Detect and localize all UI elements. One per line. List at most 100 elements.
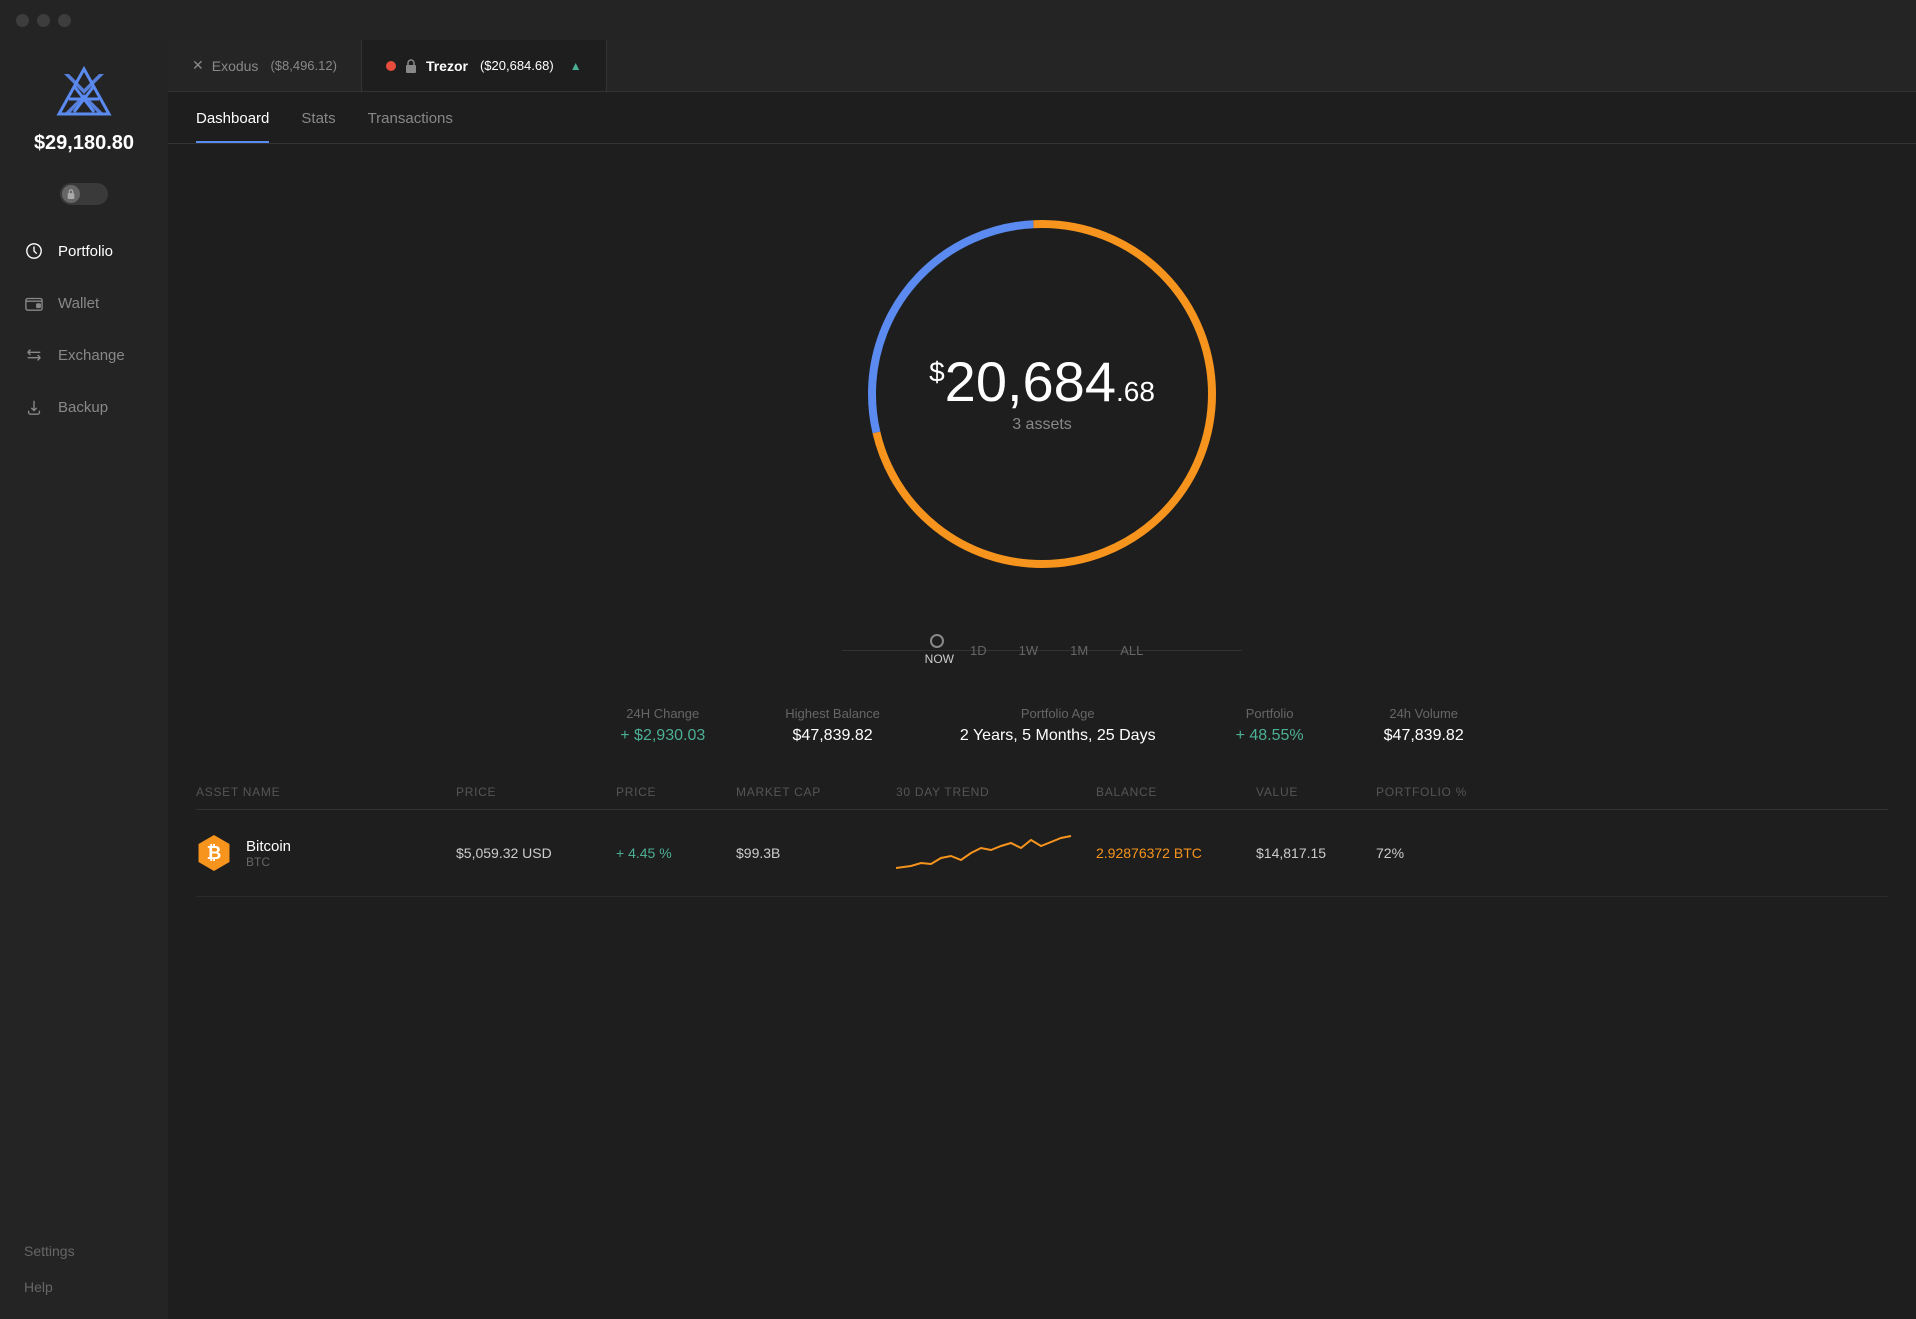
tab-stats[interactable]: Stats [301, 110, 335, 143]
time-btn-1w[interactable]: 1W [1003, 639, 1055, 662]
stat-24h-change: 24H Change + $2,930.03 [620, 706, 705, 745]
stats-row: 24H Change + $2,930.03 Highest Balance $… [592, 706, 1492, 745]
backup-icon [24, 397, 44, 417]
asset-table-header: ASSET NAME PRICE PRICE MARKET CAP 30 DAY… [196, 775, 1888, 810]
col-header-price2: PRICE [616, 785, 736, 799]
chart-center: $20,684.68 3 assets [929, 354, 1155, 434]
stat-24h-change-label: 24H Change [626, 706, 699, 721]
sidebar-label-portfolio: Portfolio [58, 243, 113, 260]
tab-trezor-amount: ($20,684.68) [480, 58, 554, 73]
wallet-tabs-bar: ✕ Exodus ($8,496.12) Trezor ($20,684.68)… [168, 40, 1916, 92]
table-row[interactable]: ₿ Bitcoin BTC $5,059.32 USD + 4.45 % $99… [196, 810, 1888, 897]
asset-name-bitcoin: Bitcoin [246, 838, 291, 855]
sidebar-label-exchange: Exchange [58, 347, 125, 364]
sidebar-label-backup: Backup [58, 399, 108, 416]
sidebar-label-wallet: Wallet [58, 295, 99, 312]
exodus-x-icon: ✕ [192, 57, 204, 74]
btc-market-cap: $99.3B [736, 845, 896, 861]
app-container: $29,180.80 Portfo [0, 40, 1916, 1319]
sidebar-item-backup[interactable]: Backup [0, 381, 168, 433]
tab-exodus-label: Exodus [212, 58, 259, 74]
minimize-button[interactable] [37, 14, 50, 27]
stat-highest-balance-label: Highest Balance [785, 706, 880, 721]
stat-24h-volume: 24h Volume $47,839.82 [1384, 706, 1464, 745]
time-now-dot [930, 634, 944, 648]
chart-amount-cents: .68 [1116, 376, 1155, 407]
asset-name-cell-btc: ₿ Bitcoin BTC [196, 835, 456, 871]
btc-trend-chart [896, 828, 1096, 878]
time-btn-all[interactable]: ALL [1104, 639, 1159, 662]
time-btn-1m[interactable]: 1M [1054, 639, 1104, 662]
tab-exodus-amount: ($8,496.12) [270, 58, 337, 73]
btc-sparkline [896, 828, 1076, 878]
sidebar-item-settings[interactable]: Settings [24, 1243, 144, 1259]
stat-24h-change-value: + $2,930.03 [620, 727, 705, 745]
tab-trezor[interactable]: Trezor ($20,684.68) ▲ [362, 40, 607, 91]
stat-highest-balance-value: $47,839.82 [793, 727, 873, 745]
tab-transactions[interactable]: Transactions [368, 110, 453, 143]
sidebar-item-exchange[interactable]: Exchange [0, 329, 168, 381]
stat-24h-volume-value: $47,839.82 [1384, 727, 1464, 745]
tab-dashboard[interactable]: Dashboard [196, 110, 269, 143]
time-range-selector: NOW 1D 1W 1M ALL [842, 634, 1242, 666]
maximize-button[interactable] [58, 14, 71, 27]
btc-symbol: ₿ [207, 843, 222, 864]
tab-trezor-label: Trezor [426, 58, 468, 74]
col-header-portfolio-pct: PORTFOLIO % [1376, 785, 1476, 799]
stat-portfolio-age-value: 2 Years, 5 Months, 25 Days [960, 727, 1156, 745]
sidebar-logo: $29,180.80 [0, 64, 168, 171]
lock-knob [62, 185, 80, 203]
asset-table: ASSET NAME PRICE PRICE MARKET CAP 30 DAY… [168, 775, 1916, 897]
trezor-dot [386, 61, 396, 71]
sidebar-item-wallet[interactable]: Wallet [0, 277, 168, 329]
stat-highest-balance: Highest Balance $47,839.82 [785, 706, 880, 745]
stat-portfolio: Portfolio + 48.55% [1236, 706, 1304, 745]
main-content: ✕ Exodus ($8,496.12) Trezor ($20,684.68)… [168, 40, 1916, 1319]
stat-portfolio-age-label: Portfolio Age [1021, 706, 1095, 721]
nav-items: Portfolio Wallet [0, 225, 168, 1243]
col-header-value: VALUE [1256, 785, 1376, 799]
time-btn-1d[interactable]: 1D [954, 639, 1003, 662]
tab-exodus[interactable]: ✕ Exodus ($8,496.12) [168, 40, 362, 91]
sidebar-item-portfolio[interactable]: Portfolio [0, 225, 168, 277]
wallet-icon [24, 293, 44, 313]
time-now-label: NOW [925, 652, 954, 666]
btc-balance: 2.92876372 BTC [1096, 845, 1256, 861]
btc-icon: ₿ [196, 835, 232, 871]
col-header-market-cap: MARKET CAP [736, 785, 896, 799]
exchange-icon [24, 345, 44, 365]
asset-ticker-btc: BTC [246, 855, 291, 869]
btc-price-change: + 4.45 % [616, 845, 736, 861]
sidebar-item-help[interactable]: Help [24, 1279, 144, 1295]
stat-portfolio-value: + 48.55% [1236, 727, 1304, 745]
chart-dollar-sign: $ [929, 356, 945, 387]
chart-amount: $20,684.68 [929, 354, 1155, 410]
sidebar: $29,180.80 Portfo [0, 40, 168, 1319]
trezor-lock-icon [404, 59, 418, 73]
clock-icon [24, 241, 44, 261]
stat-24h-volume-label: 24h Volume [1389, 706, 1458, 721]
chart-assets-label: 3 assets [929, 416, 1155, 434]
sidebar-lock-toggle[interactable] [0, 183, 168, 205]
col-header-price1: PRICE [456, 785, 616, 799]
lock-icon [66, 189, 76, 199]
btc-value: $14,817.15 [1256, 845, 1376, 861]
sidebar-balance: $29,180.80 [34, 132, 134, 155]
stat-portfolio-label: Portfolio [1246, 706, 1294, 721]
app-logo-icon [54, 64, 114, 124]
content-area: Dashboard Stats Transactions $2 [168, 92, 1916, 1319]
sidebar-bottom: Settings Help [0, 1243, 168, 1295]
close-button[interactable] [16, 14, 29, 27]
dashboard-tabs: Dashboard Stats Transactions [168, 92, 1916, 144]
title-bar [0, 0, 1916, 40]
time-now-group[interactable]: NOW [925, 634, 954, 666]
col-header-balance: BALANCE [1096, 785, 1256, 799]
dashboard-body: $20,684.68 3 assets NOW 1D 1W 1M ALL [168, 144, 1916, 1319]
trezor-arrow-icon: ▲ [570, 59, 582, 73]
col-header-asset-name: ASSET NAME [196, 785, 456, 799]
lock-toggle[interactable] [60, 183, 108, 205]
btc-portfolio-pct: 72% [1376, 845, 1476, 861]
portfolio-chart: $20,684.68 3 assets [832, 184, 1252, 604]
col-header-trend: 30 DAY TREND [896, 785, 1096, 799]
btc-price-usd: $5,059.32 USD [456, 845, 616, 861]
